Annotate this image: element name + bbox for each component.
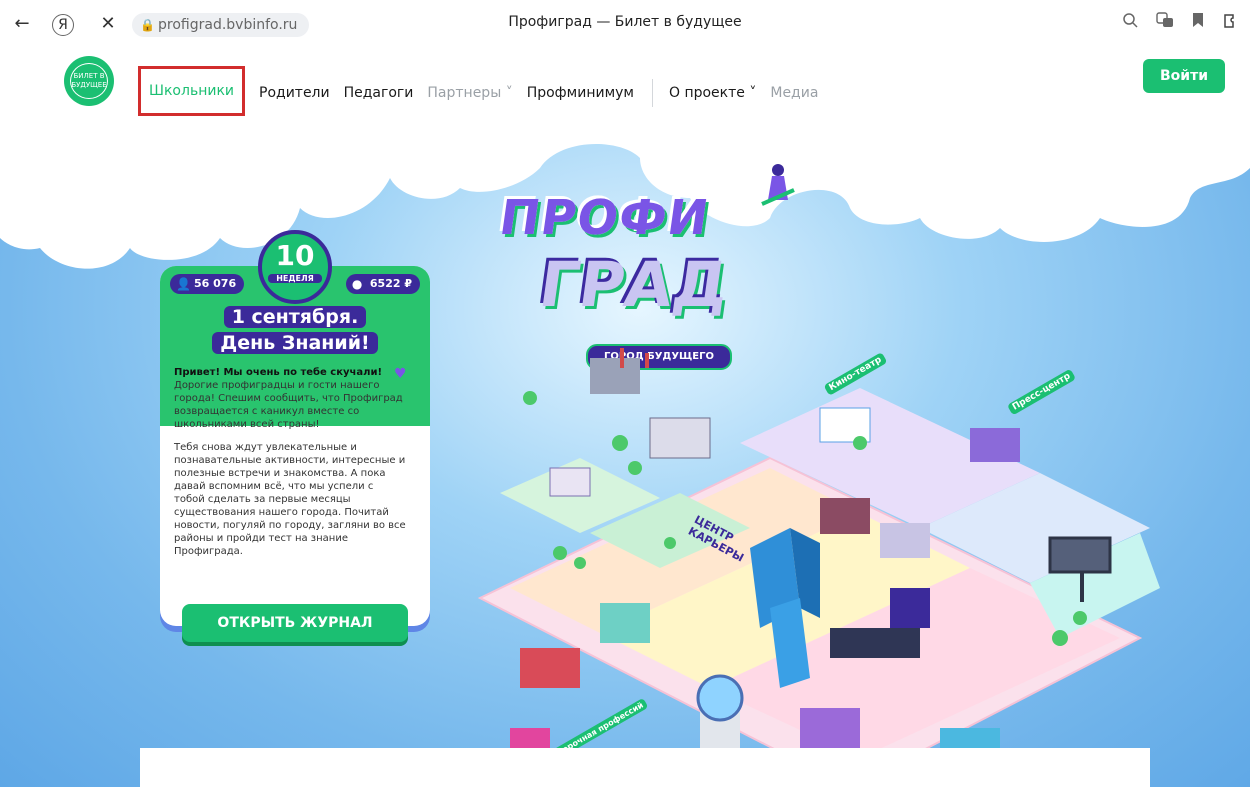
- user-icon: 👤: [176, 277, 191, 291]
- nav-divider: [651, 79, 653, 107]
- city-map: [477, 348, 1160, 787]
- page-title: Профиград — Билет в будущее: [508, 14, 742, 30]
- news-title-text1: 1 сентября.: [223, 306, 367, 328]
- nav-teachers[interactable]: Педагоги: [344, 85, 414, 101]
- hero-line2: ГРАД: [534, 248, 734, 321]
- week-label: НЕДЕЛЯ: [268, 274, 322, 283]
- news-card: 👤 56 076 ● 6522 ₽ 1 сентября. День Знани…: [160, 266, 430, 626]
- coins-count: 6522 ₽: [369, 277, 412, 290]
- nav-partners[interactable]: Партнеры ˅: [427, 85, 512, 101]
- login-button[interactable]: Войти: [1143, 59, 1225, 93]
- nav-profminimum[interactable]: Профминимум: [527, 85, 634, 101]
- translate-icon[interactable]: [1156, 12, 1174, 28]
- news-paragraph-1: Дорогие профиградцы и гости нашего город…: [174, 380, 403, 430]
- news-paragraph-2: Тебя снова ждут увлекательные и познават…: [174, 442, 406, 557]
- news-title-line1: 1 сентября.: [160, 306, 430, 328]
- nav-students[interactable]: Школьники: [138, 66, 245, 116]
- nav-about[interactable]: О проекте ˅: [669, 85, 756, 101]
- bookmark-icon[interactable]: [1192, 12, 1204, 28]
- browser-toolbar: ← Я ✕ 🔒 profigrad.bvbinfo.ru Профиград —…: [0, 0, 1250, 48]
- news-title-text2: День Знаний!: [212, 332, 378, 354]
- coins-badge: ● 6522 ₽: [345, 274, 420, 294]
- flying-girl-icon: [761, 164, 795, 206]
- news-lead: Привет! Мы очень по тебе скучали!: [174, 367, 383, 378]
- site-logo[interactable]: БИЛЕТ В БУДУЩЕЕ: [64, 56, 114, 106]
- nav-parents[interactable]: Родители: [259, 85, 330, 101]
- search-icon[interactable]: [1122, 12, 1138, 28]
- nav-media[interactable]: Медиа: [770, 85, 818, 101]
- main-nav: Школьники Родители Педагоги Партнеры ˅ П…: [138, 66, 832, 116]
- page: БИЛЕТ В БУДУЩЕЕ Школьники Родители Педаг…: [0, 48, 1250, 787]
- participants-badge: 👤 56 076: [170, 274, 245, 294]
- open-journal-button[interactable]: ОТКРЫТЬ ЖУРНАЛ: [182, 604, 408, 642]
- logo-text: БИЛЕТ В БУДУЩЕЕ: [70, 63, 108, 99]
- participants-count: 56 076: [194, 277, 237, 290]
- week-number: 10: [275, 239, 315, 272]
- content-panel: [140, 748, 1150, 787]
- hero-logo: ПРОФИ ГРАД ГОРОД БУДУЩЕГО: [490, 148, 800, 370]
- week-badge: 10 НЕДЕЛЯ: [258, 230, 332, 304]
- extensions-icon[interactable]: [1222, 12, 1240, 30]
- news-title-line2: День Знаний!: [160, 332, 430, 354]
- browser-actions: [1122, 12, 1240, 30]
- hero-line1: ПРОФИ: [496, 190, 713, 246]
- coins-icon: ●: [351, 277, 363, 291]
- news-body: Привет! Мы очень по тебе скучали! Дороги…: [174, 366, 406, 568]
